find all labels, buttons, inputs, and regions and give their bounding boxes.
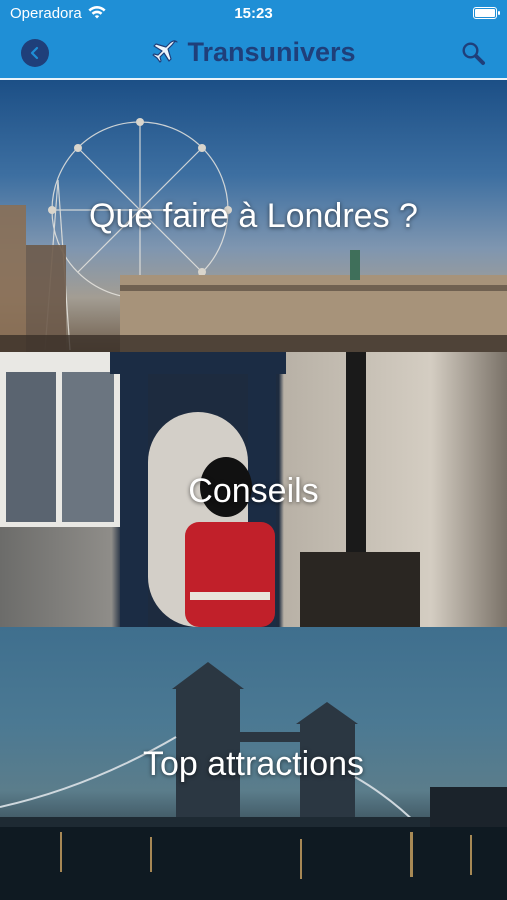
status-time: 15:23 bbox=[234, 5, 273, 22]
tile-label: Top attractions bbox=[142, 745, 365, 783]
tile-advice[interactable]: Conseils bbox=[0, 352, 507, 627]
search-icon bbox=[462, 42, 485, 65]
app-title: Transunivers bbox=[0, 37, 507, 68]
tile-label: Que faire à Londres ? bbox=[89, 197, 418, 235]
tile-label: Conseils bbox=[188, 472, 319, 510]
status-bar: Operadora 15:23 bbox=[0, 0, 507, 28]
navigation-bar: Transunivers bbox=[0, 28, 507, 80]
battery-icon bbox=[473, 7, 500, 19]
search-button[interactable] bbox=[459, 39, 487, 67]
tile-things-to-do[interactable]: Que faire à Londres ? bbox=[0, 80, 507, 352]
tile-top-attractions[interactable]: Top attractions bbox=[0, 627, 507, 900]
app-title-text: Transunivers bbox=[187, 37, 356, 67]
airplane-icon bbox=[152, 39, 179, 63]
